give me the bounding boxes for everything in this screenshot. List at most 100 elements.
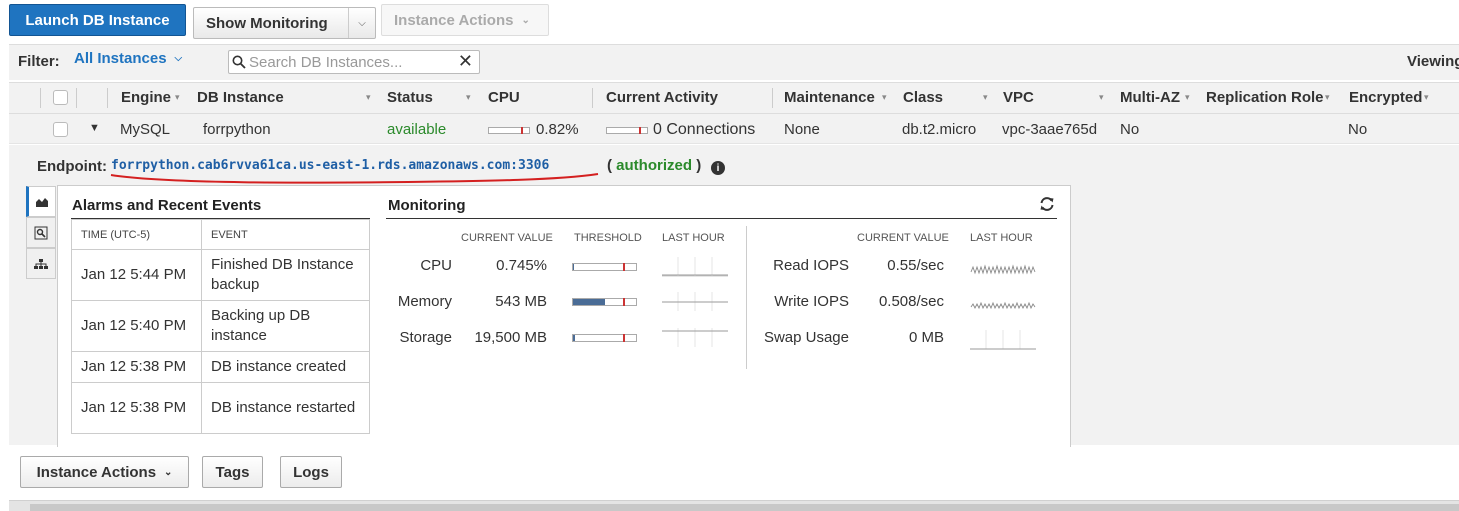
metric-value-cpu: 0.745%	[496, 257, 547, 274]
current-value-header: CURRENT VALUE	[461, 232, 553, 244]
sort-icon[interactable]: ▾	[882, 92, 887, 103]
event-row: Jan 12 5:40 PM Backing up DB instance	[71, 300, 370, 352]
sort-icon[interactable]: ▾	[1424, 92, 1429, 103]
search-input[interactable]	[249, 53, 449, 71]
cell-multi-az: No	[1120, 121, 1140, 138]
filter-dropdown[interactable]: All Instances ⌵	[74, 50, 182, 67]
column-header-encrypted[interactable]: Encrypted	[1349, 89, 1422, 106]
authorized-link[interactable]: authorized	[616, 157, 692, 174]
section-divider	[386, 218, 1057, 219]
tags-button[interactable]: Tags	[202, 456, 263, 488]
sort-icon[interactable]: ▾	[466, 92, 471, 103]
sort-icon[interactable]: ▾	[175, 92, 180, 103]
events-time-header: TIME (UTC-5)	[71, 219, 202, 250]
metric-label-write-iops: Write IOPS	[774, 293, 849, 310]
last-hour-header: LAST HOUR	[662, 232, 725, 244]
threshold-header: THRESHOLD	[574, 232, 642, 244]
instance-actions-label: Instance Actions	[36, 463, 157, 481]
sort-icon[interactable]: ▾	[983, 92, 988, 103]
current-value-header: CURRENT VALUE	[857, 232, 949, 244]
chevron-down-icon[interactable]: ⌵	[348, 8, 375, 38]
red-underline-annotation	[110, 173, 599, 184]
sort-icon[interactable]: ▾	[1325, 92, 1330, 103]
scrollbar-thumb[interactable]	[30, 504, 1459, 511]
instance-actions-button[interactable]: Instance Actions ⌄	[20, 456, 189, 488]
metric-value-read-iops: 0.55/sec	[887, 257, 944, 274]
column-header-status[interactable]: Status	[387, 89, 433, 106]
show-monitoring-button[interactable]: Show Monitoring ⌵	[193, 7, 376, 39]
metric-label-cpu: CPU	[420, 257, 452, 274]
event-time: Jan 12 5:40 PM	[71, 300, 202, 352]
row-checkbox[interactable]	[53, 122, 68, 137]
column-header-cpu[interactable]: CPU	[488, 89, 520, 106]
last-hour-header: LAST HOUR	[970, 232, 1033, 244]
activity-bar	[606, 127, 648, 134]
event-row: Jan 12 5:44 PM Finished DB Instance back…	[71, 249, 370, 301]
search-icon	[229, 52, 249, 72]
sparkline-swap-usage	[970, 330, 1036, 350]
event-row: Jan 12 5:38 PM DB instance created	[71, 351, 370, 383]
column-divider	[76, 88, 77, 108]
logs-button[interactable]: Logs	[280, 456, 342, 488]
viewing-label: Viewing	[1407, 53, 1459, 70]
event-time: Jan 12 5:38 PM	[71, 351, 202, 383]
cell-status: available	[387, 121, 447, 138]
endpoint-label: Endpoint:	[37, 158, 107, 175]
sparkline-read-iops	[970, 264, 1036, 275]
tab-topology[interactable]	[26, 248, 56, 279]
search-box[interactable]: ✕	[228, 50, 480, 74]
metric-value-write-iops: 0.508/sec	[878, 293, 944, 310]
sort-icon[interactable]: ▾	[366, 92, 371, 103]
monitoring-divider	[746, 226, 747, 369]
event-description: Finished DB Instance backup	[201, 249, 370, 301]
events-table: TIME (UTC-5) EVENT Jan 12 5:44 PM Finish…	[71, 219, 370, 434]
sitemap-icon	[34, 258, 48, 269]
sparkline-storage	[662, 328, 728, 347]
filter-dropdown-value[interactable]: All Instances	[74, 50, 167, 67]
column-header-maintenance[interactable]: Maintenance	[784, 89, 875, 106]
sparkline-cpu	[662, 257, 728, 277]
authorization-status: ( authorized )	[607, 157, 701, 174]
launch-db-instance-button[interactable]: Launch DB Instance	[9, 4, 186, 36]
event-time: Jan 12 5:44 PM	[71, 249, 202, 301]
cell-current-activity[interactable]: 0 Connections	[653, 121, 755, 139]
column-header-current-activity[interactable]: Current Activity	[606, 89, 718, 106]
column-header-multi-az[interactable]: Multi-AZ	[1120, 89, 1180, 106]
expand-caret-icon[interactable]: ▼	[89, 122, 100, 134]
magnifier-icon	[34, 226, 48, 239]
tab-monitoring[interactable]	[26, 186, 56, 217]
sort-icon[interactable]: ▾	[1185, 92, 1190, 103]
refresh-icon[interactable]	[1038, 195, 1056, 213]
select-all-checkbox[interactable]	[53, 90, 68, 105]
instance-actions-top-button[interactable]: Instance Actions ⌄	[381, 4, 549, 36]
show-monitoring-label[interactable]: Show Monitoring	[194, 8, 348, 38]
cell-maintenance: None	[784, 121, 820, 138]
sparkline-memory	[662, 292, 728, 311]
chevron-down-icon[interactable]: ⌵	[175, 53, 183, 64]
event-description: DB instance created	[201, 351, 370, 383]
column-header-db-instance[interactable]: DB Instance	[197, 89, 284, 106]
info-icon[interactable]: i	[711, 161, 725, 175]
tab-details[interactable]	[26, 217, 56, 248]
event-description: DB instance restarted	[201, 382, 370, 434]
cell-vpc[interactable]: vpc-3aae765d	[1002, 121, 1097, 138]
clear-search-icon[interactable]: ✕	[458, 51, 473, 72]
metric-label-memory: Memory	[397, 293, 452, 310]
sparkline-write-iops	[970, 301, 1036, 310]
sort-icon[interactable]: ▾	[1099, 92, 1104, 103]
column-header-replication-role[interactable]: Replication Role	[1206, 89, 1324, 106]
column-header-vpc[interactable]: VPC	[1003, 89, 1034, 106]
cell-encrypted: No	[1348, 121, 1368, 138]
cell-class: db.t2.micro	[902, 121, 977, 138]
auth-open-paren: (	[607, 157, 612, 174]
column-divider	[592, 88, 593, 108]
column-header-engine[interactable]: Engine	[121, 89, 171, 106]
event-time: Jan 12 5:38 PM	[71, 382, 202, 434]
event-row: Jan 12 5:38 PM DB instance restarted	[71, 382, 370, 434]
column-header-class[interactable]: Class	[903, 89, 943, 106]
cell-engine: MySQL	[120, 121, 171, 138]
metric-label-swap-usage: Swap Usage	[763, 329, 849, 346]
cell-db-instance[interactable]: forrpython	[203, 121, 271, 138]
auth-close-paren: )	[696, 157, 702, 174]
chevron-down-icon: ⌄	[164, 466, 173, 478]
